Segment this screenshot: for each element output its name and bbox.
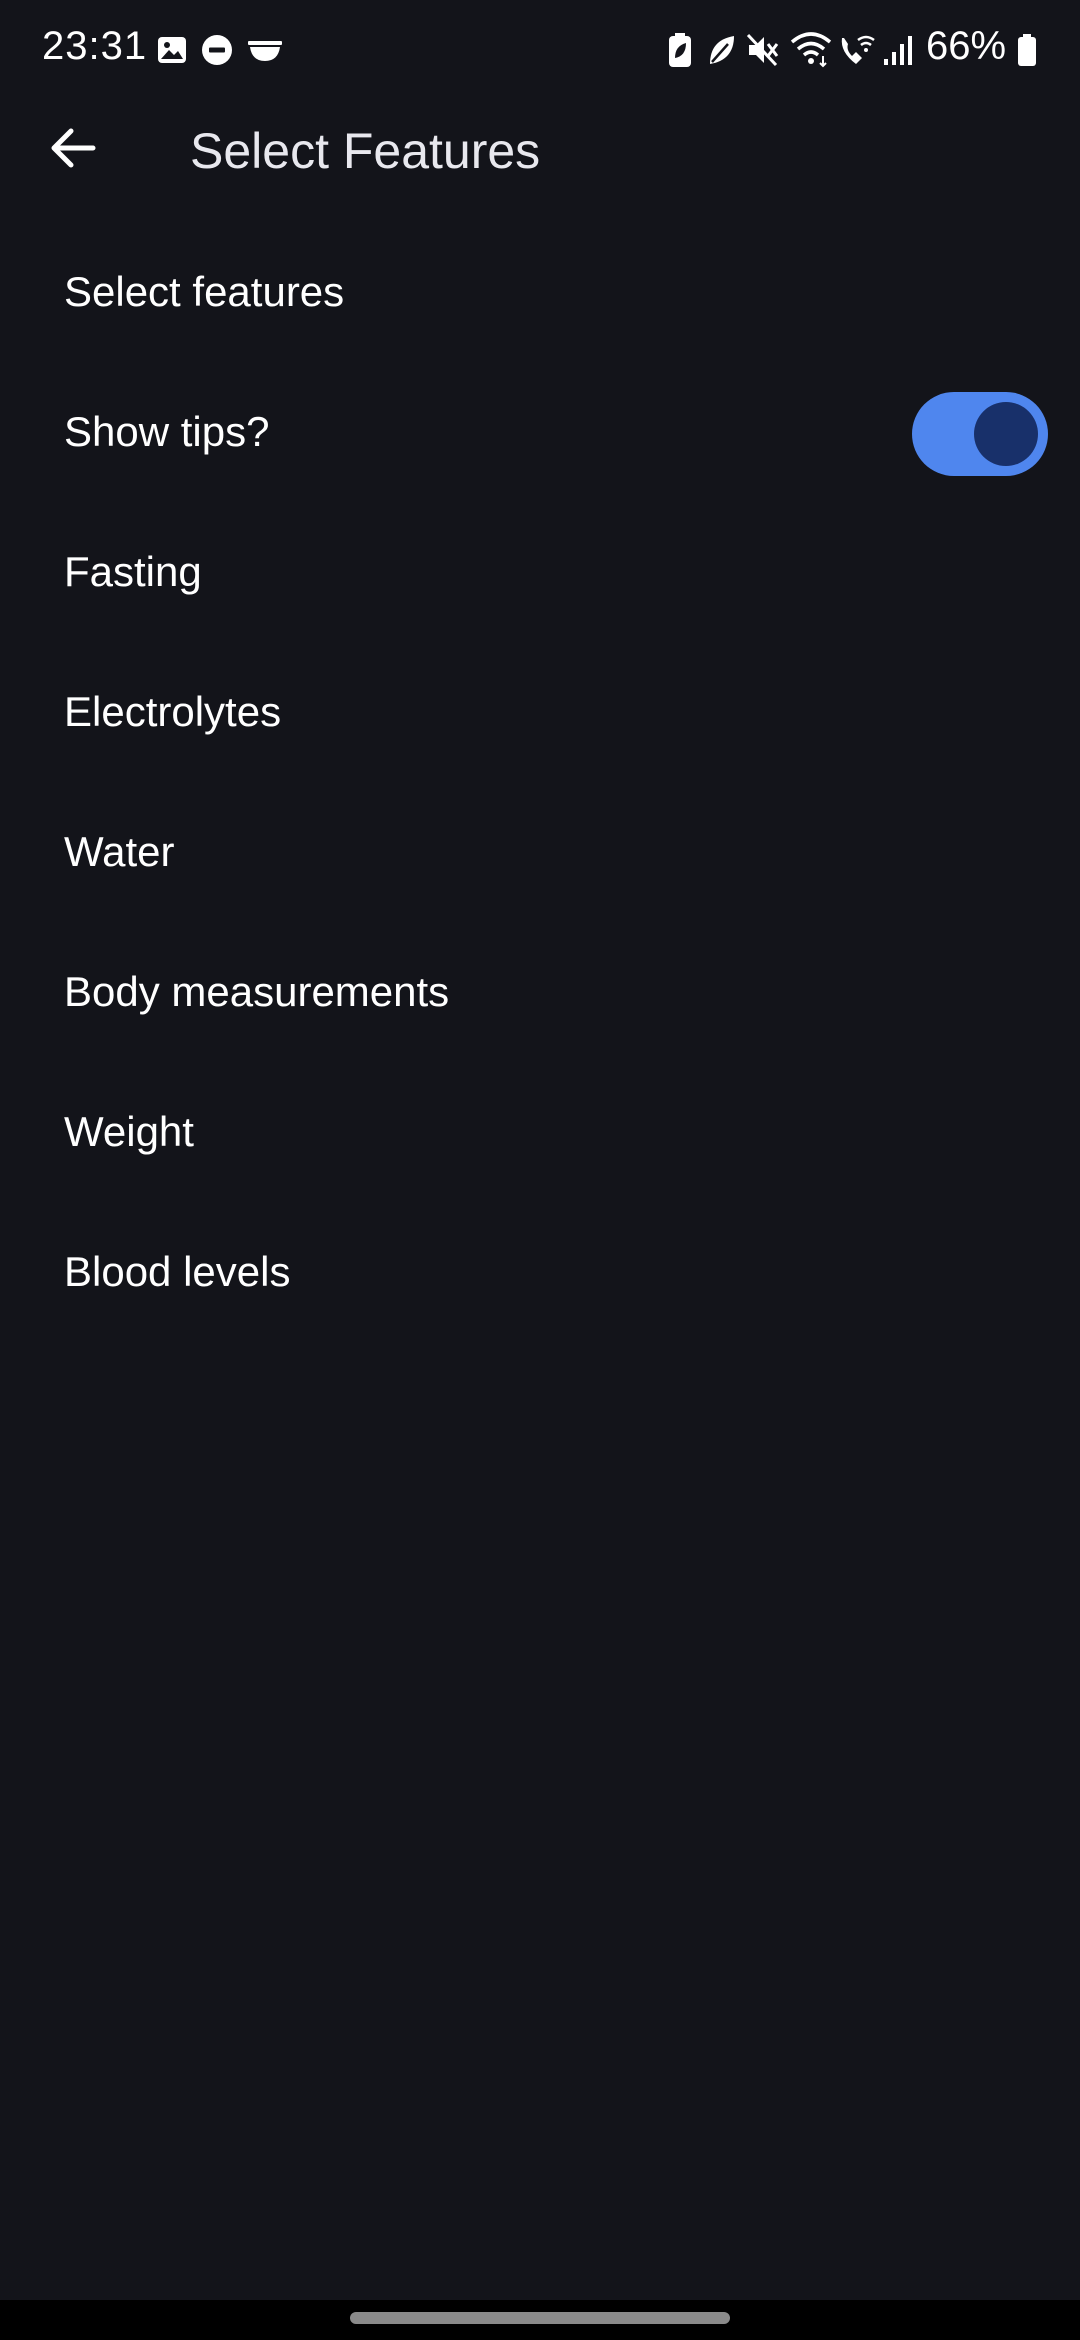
status-bar: 23:31 66% (0, 0, 1080, 100)
back-button[interactable] (38, 120, 108, 180)
list-header: Select features (0, 222, 1080, 362)
list-header-label: Select features (64, 268, 345, 315)
bowl-icon (246, 32, 284, 68)
show-tips-label: Show tips? (64, 408, 270, 455)
app-bar: Select Features (0, 100, 1080, 200)
battery-icon (1016, 32, 1038, 68)
list-item-label: Blood levels (64, 1248, 291, 1295)
show-tips-toggle[interactable] (912, 392, 1048, 476)
arrow-back-icon (49, 126, 97, 175)
wifi-icon (790, 32, 832, 68)
navigation-bar (0, 2300, 1080, 2340)
status-time: 23:31 (42, 24, 148, 68)
list-item-label: Weight (64, 1108, 194, 1155)
battery-saver-icon (666, 32, 694, 68)
mute-icon (746, 32, 780, 68)
screen: 23:31 66% Select Features Select feature… (0, 0, 1080, 2340)
image-icon (156, 32, 188, 68)
list-item-body-measurements[interactable]: Body measurements (0, 922, 1080, 1062)
list-item-label: Water (64, 828, 175, 875)
list-item-label: Body measurements (64, 968, 450, 1015)
list-item-fasting[interactable]: Fasting (0, 502, 1080, 642)
list-item-weight[interactable]: Weight (0, 1062, 1080, 1202)
do-not-disturb-icon (200, 32, 234, 68)
wifi-call-icon (836, 32, 876, 68)
list-item-label: Fasting (64, 548, 202, 595)
battery-percent: 66% (926, 24, 1007, 68)
list-item-electrolytes[interactable]: Electrolytes (0, 642, 1080, 782)
toggle-knob (974, 402, 1038, 466)
features-list: Select features Show tips? Fasting Elect… (0, 222, 1080, 1342)
list-item-blood-levels[interactable]: Blood levels (0, 1202, 1080, 1342)
home-gesture-handle[interactable] (350, 2312, 730, 2324)
page-title: Select Features (190, 123, 541, 179)
leaf-icon (706, 32, 736, 68)
list-item-label: Electrolytes (64, 688, 282, 735)
signal-icon (882, 32, 914, 68)
list-item-water[interactable]: Water (0, 782, 1080, 922)
